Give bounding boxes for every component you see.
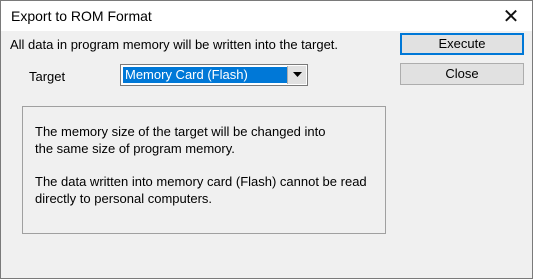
info-line-3: The data written into memory card (Flash… [35, 174, 367, 189]
info-line-1: The memory size of the target will be ch… [35, 124, 326, 139]
message-text: All data in program memory will be writt… [10, 37, 339, 52]
close-icon[interactable]: ✕ [498, 3, 524, 29]
info-box: The memory size of the target will be ch… [22, 106, 386, 234]
execute-button[interactable]: Execute [400, 33, 524, 55]
target-label: Target [29, 69, 66, 84]
info-line-4: directly to personal computers. [35, 191, 213, 206]
dialog-window: Export to ROM Format ✕ All data in progr… [0, 0, 533, 279]
info-paragraph-2: The data written into memory card (Flash… [35, 173, 380, 207]
target-select[interactable]: Memory Card (Flash) [120, 64, 308, 86]
title-bar: Export to ROM Format ✕ [1, 1, 532, 31]
dropdown-arrow-icon[interactable] [287, 66, 306, 84]
chevron-down-icon [292, 72, 302, 77]
info-line-2: the same size of program memory. [35, 141, 235, 156]
info-paragraph-1: The memory size of the target will be ch… [35, 123, 375, 157]
close-button[interactable]: Close [400, 63, 524, 85]
window-title: Export to ROM Format [11, 8, 152, 24]
target-selected-value: Memory Card (Flash) [123, 67, 287, 83]
